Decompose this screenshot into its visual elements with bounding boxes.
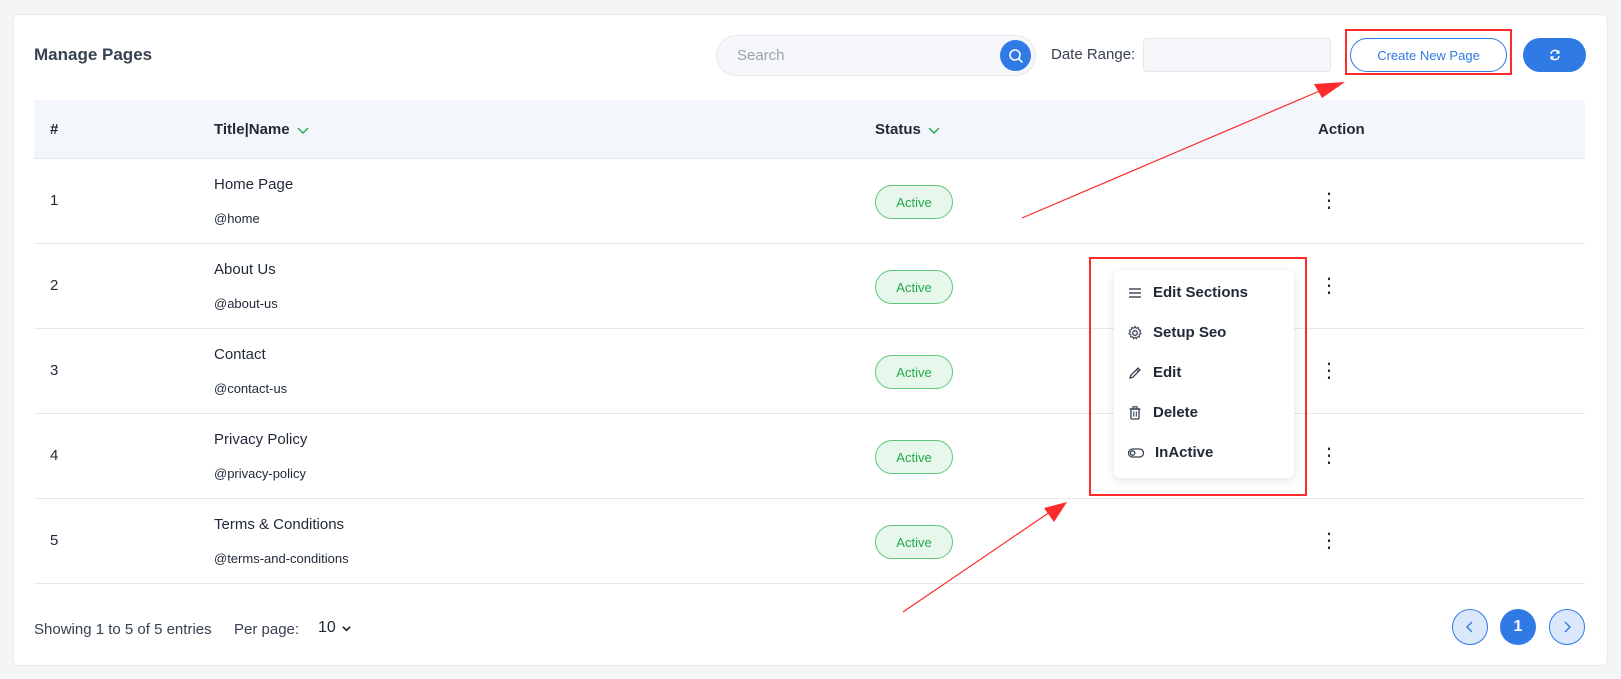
chevron-right-icon <box>1564 621 1571 633</box>
column-header-title[interactable]: Title|Name <box>214 121 310 138</box>
create-button-highlight <box>1345 29 1512 75</box>
table-header: # Title|Name Status Action <box>34 100 1585 159</box>
kebab-menu-icon[interactable]: ⋮ <box>1319 272 1339 300</box>
column-header-status-label: Status <box>875 121 921 138</box>
per-page-select[interactable]: 10 <box>318 619 352 637</box>
next-page-button[interactable] <box>1549 609 1585 645</box>
table-row: 4 Privacy Policy @privacy-policy Active … <box>34 414 1585 499</box>
row-slug: @contact-us <box>214 381 288 396</box>
row-slug: @terms-and-conditions <box>214 551 349 566</box>
date-range-label: Date Range: <box>1051 46 1136 63</box>
action-menu-highlight <box>1089 257 1307 496</box>
kebab-menu-icon[interactable]: ⋮ <box>1319 357 1339 385</box>
row-slug: @about-us <box>214 296 278 311</box>
column-header-title-label: Title|Name <box>214 121 290 138</box>
entries-info: Showing 1 to 5 of 5 entries <box>34 621 212 638</box>
page-number-button[interactable]: 1 <box>1500 609 1536 645</box>
per-page-label: Per page: <box>234 621 300 638</box>
row-title: Privacy Policy <box>214 431 308 448</box>
chevron-down-icon <box>342 625 351 632</box>
per-page-value: 10 <box>318 619 336 636</box>
row-number: 3 <box>50 362 59 379</box>
column-header-num: # <box>50 121 59 138</box>
previous-page-button[interactable] <box>1452 609 1488 645</box>
row-number: 2 <box>50 277 59 294</box>
status-badge: Active <box>875 440 953 474</box>
table-row: 1 Home Page @home Active ⋮ <box>34 159 1585 244</box>
row-slug: @home <box>214 211 260 226</box>
table-row: 3 Contact @contact-us Active ⋮ <box>34 329 1585 414</box>
row-slug: @privacy-policy <box>214 466 306 481</box>
status-badge: Active <box>875 525 953 559</box>
row-title: Terms & Conditions <box>214 516 345 533</box>
status-badge: Active <box>875 270 953 304</box>
kebab-menu-icon[interactable]: ⋮ <box>1319 442 1339 470</box>
search-icon <box>1008 48 1023 63</box>
status-badge: Active <box>875 355 953 389</box>
row-title: About Us <box>214 261 276 278</box>
chevron-left-icon <box>1466 621 1473 633</box>
table-row: 5 Terms & Conditions @terms-and-conditio… <box>34 499 1585 584</box>
row-number: 4 <box>50 447 59 464</box>
date-range-input[interactable] <box>1143 38 1331 72</box>
refresh-button[interactable] <box>1523 38 1586 72</box>
manage-pages-card: Manage Pages Date Range: Create New Page… <box>13 14 1608 666</box>
row-title: Contact <box>214 346 266 363</box>
row-number: 5 <box>50 532 59 549</box>
search-box <box>716 35 1036 76</box>
search-button[interactable] <box>1000 40 1031 71</box>
kebab-menu-icon[interactable]: ⋮ <box>1319 187 1339 215</box>
row-title: Home Page <box>214 176 294 193</box>
page-title: Manage Pages <box>34 45 153 64</box>
chevron-down-icon <box>928 127 940 134</box>
table-row: 2 About Us @about-us Active ⋮ <box>34 244 1585 329</box>
kebab-menu-icon[interactable]: ⋮ <box>1319 527 1339 555</box>
search-input[interactable] <box>717 36 987 75</box>
status-badge: Active <box>875 185 953 219</box>
row-number: 1 <box>50 192 59 209</box>
column-header-action: Action <box>1318 121 1365 138</box>
refresh-icon <box>1549 49 1560 61</box>
chevron-down-icon <box>297 127 309 134</box>
column-header-status[interactable]: Status <box>875 121 941 138</box>
